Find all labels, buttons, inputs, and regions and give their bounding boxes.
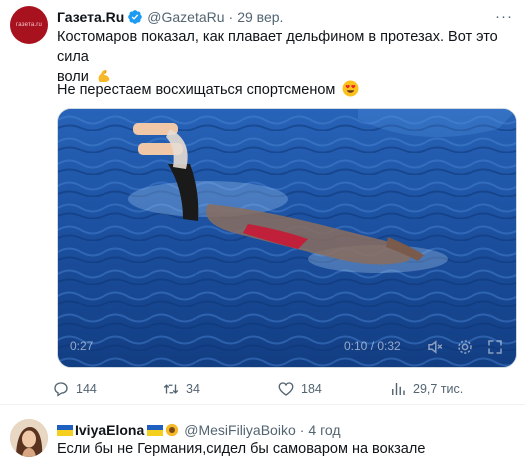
reply-icon (54, 382, 68, 397)
like-button[interactable]: 184 (277, 376, 322, 402)
reply-author-name[interactable]: IviyaElona (75, 422, 144, 438)
settings-icon[interactable] (456, 338, 474, 356)
verified-badge-icon (128, 10, 143, 24)
separator-dot: · (228, 9, 234, 25)
timestamp[interactable]: 29 вер. (237, 9, 283, 25)
author-handle[interactable]: @GazetaRu (147, 9, 224, 25)
like-count: 184 (301, 382, 322, 396)
retweet-count: 34 (186, 382, 200, 396)
views-chart-icon (392, 383, 405, 395)
video-elapsed-time: 0:27 (70, 339, 94, 353)
retweet-icon (163, 384, 179, 394)
retweet-button[interactable]: 34 (162, 376, 200, 402)
reply-tweet[interactable]: IviyaElona @MesiFiliyaBoiko · 4 год Если… (0, 406, 525, 466)
tweet-actions: 144 34 184 29,7 тис. (52, 376, 492, 402)
tweet-text: Костомаров показал, как плавает дельфино… (57, 27, 509, 87)
video-progress-time: 0:10 / 0:32 (344, 339, 401, 353)
author-name[interactable]: Газета.Ru (57, 9, 124, 25)
separator-dot: · (299, 422, 305, 438)
reply-avatar[interactable] (10, 419, 48, 457)
avatar[interactable]: газета.ru (10, 6, 48, 44)
reply-avatar-image (10, 419, 48, 457)
tweet-header: Газета.Ru @GazetaRu · 29 вер. (57, 8, 283, 26)
reply-button[interactable]: 144 (52, 376, 97, 402)
tweet[interactable]: газета.ru Газета.Ru @GazetaRu · 29 вер. … (0, 0, 525, 405)
reply-count: 144 (76, 382, 97, 396)
tweet-text-line-3: Не перестаем восхищаться спортсменом (57, 82, 336, 98)
heart-eyes-icon (342, 80, 359, 97)
tweet-text-line-1: Костомаров показал, как плавает дельфино… (57, 29, 498, 65)
heart-icon (278, 382, 294, 396)
reply-author-handle[interactable]: @MesiFiliyaBoiko (184, 422, 295, 438)
reply-header: IviyaElona @MesiFiliyaBoiko · 4 год (57, 421, 341, 439)
fullscreen-icon[interactable] (486, 338, 504, 356)
mute-icon[interactable] (426, 338, 444, 356)
sunflower-icon (166, 423, 179, 437)
video-player[interactable]: 0:27 0:10 / 0:32 (57, 108, 517, 368)
views-count: 29,7 тис. (413, 382, 464, 396)
ukraine-flag-icon (57, 424, 73, 436)
more-options-icon[interactable]: ··· (493, 7, 515, 25)
video-frame (58, 109, 516, 367)
reply-text: Если бы не Германия,сидел бы самоваром н… (57, 441, 426, 457)
reply-timestamp[interactable]: 4 год (308, 422, 340, 438)
ukraine-flag-icon (147, 424, 164, 436)
tweet-text-second-paragraph: Не перестаем восхищаться спортсменом (57, 80, 359, 100)
views-button[interactable]: 29,7 тис. (389, 376, 463, 402)
avatar-logo-text: газета.ru (16, 22, 42, 28)
